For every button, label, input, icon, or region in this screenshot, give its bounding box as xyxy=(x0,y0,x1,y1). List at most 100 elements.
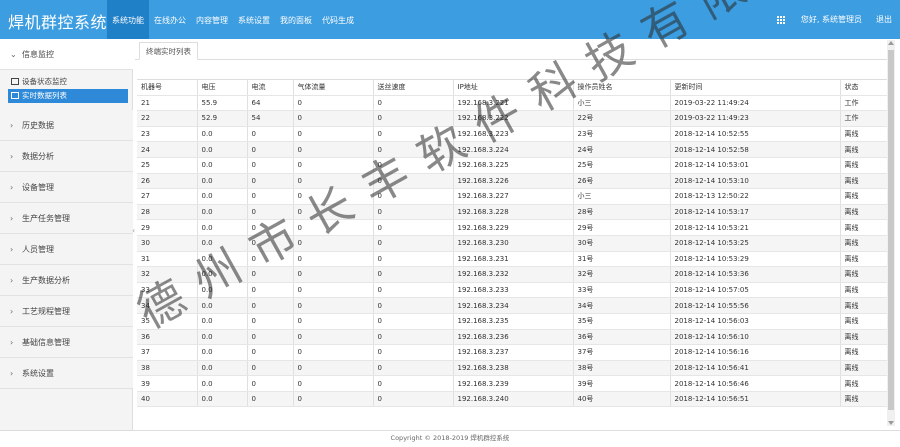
scroll-up-arrow-icon[interactable] xyxy=(888,41,894,45)
table-cell: 离线 xyxy=(839,375,887,392)
column-header[interactable]: 更新时间 xyxy=(669,79,840,96)
user-greeting[interactable]: 您好, 系统管理员 xyxy=(801,14,862,25)
table-cell: 0 xyxy=(372,126,453,143)
column-header[interactable]: 送丝速度 xyxy=(372,79,453,96)
column-header[interactable]: 电流 xyxy=(246,79,293,96)
sidebar-menu-item[interactable]: › 人员管理 xyxy=(0,234,133,265)
sidebar-menu-item[interactable]: › 生产任务管理 xyxy=(0,203,133,234)
table-row[interactable]: 37 0.0 0 0 0 192.168.3.237 37号 2018-12-14 10:56… xyxy=(137,344,887,361)
table-cell: 2018-12-14 10:52:58 xyxy=(669,141,840,158)
column-header[interactable]: 状态 xyxy=(839,79,887,96)
table-cell: 0 xyxy=(292,282,373,299)
table-cell: 0.0 xyxy=(196,282,247,299)
sidebar-menu-item[interactable]: › 设备管理 xyxy=(0,172,133,203)
table-row[interactable]: 23 0.0 0 0 0 192.168.3.223 23号 2018-12-14 10:52… xyxy=(137,126,887,143)
table-cell: 离线 xyxy=(839,297,887,314)
table-cell: 0.0 xyxy=(196,235,247,252)
table-row[interactable]: 30 0.0 0 0 0 192.168.3.230 30号 2018-12-14 10:53… xyxy=(137,235,887,252)
logout-link[interactable]: 退出 xyxy=(876,14,892,25)
table-cell: 22 xyxy=(137,110,197,127)
table-cell: 0 xyxy=(246,297,293,314)
table-cell: 0 xyxy=(372,251,453,268)
column-header[interactable]: 电压 xyxy=(196,79,247,96)
table-row[interactable]: 29 0.0 0 0 0 192.168.3.229 29号 2018-12-14 10:53… xyxy=(137,219,887,236)
table-cell: 29号 xyxy=(572,219,670,236)
table-row[interactable]: 34 0.0 0 0 0 192.168.3.234 34号 2018-12-14 10:55… xyxy=(137,297,887,314)
column-header[interactable]: IP地址 xyxy=(452,79,573,96)
table-cell: 0.0 xyxy=(196,219,247,236)
top-nav-item[interactable]: 代码生成 xyxy=(317,0,359,39)
table-cell: 0 xyxy=(292,344,373,361)
table-row[interactable]: 25 0.0 0 0 0 192.168.3.225 25号 2018-12-14 10:53… xyxy=(137,157,887,174)
column-header[interactable]: 气体流量 xyxy=(292,79,373,96)
sidebar-menu-label: 系统设置 xyxy=(22,369,54,378)
table-row[interactable]: 26 0.0 0 0 0 192.168.3.226 26号 2018-12-14 10:53… xyxy=(137,173,887,190)
table-cell: 0.0 xyxy=(196,141,247,158)
table-scrollbar[interactable] xyxy=(887,40,895,426)
sidebar-menu-label: 人员管理 xyxy=(22,245,54,254)
table-row[interactable]: 40 0.0 0 0 0 192.168.3.240 40号 2018-12-14 10:56… xyxy=(137,391,887,408)
chevron-right-icon: › xyxy=(10,245,14,254)
table-row[interactable]: 33 0.0 0 0 0 192.168.3.233 33号 2018-12-14 10:57… xyxy=(137,282,887,299)
sidebar-menu-item[interactable]: › 数据分析 xyxy=(0,141,133,172)
table-cell: 离线 xyxy=(839,173,887,190)
scroll-down-arrow-icon[interactable] xyxy=(888,421,894,425)
table-row[interactable]: 35 0.0 0 0 0 192.168.3.235 35号 2018-12-14 10:56… xyxy=(137,313,887,330)
table-cell: 37 xyxy=(137,344,197,361)
table-cell: 31号 xyxy=(572,251,670,268)
table-row[interactable]: 36 0.0 0 0 0 192.168.3.236 36号 2018-12-14 10:56… xyxy=(137,329,887,346)
top-nav-item[interactable]: 系统设置 xyxy=(233,0,275,39)
table-cell: 2018-12-14 10:53:17 xyxy=(669,204,840,221)
sidebar-sub-item[interactable]: 设备状态监控 xyxy=(8,75,128,89)
top-nav-item[interactable]: 系统功能 xyxy=(107,0,149,39)
table-row[interactable]: 32 0.0 0 0 0 192.168.3.232 32号 2018-12-14 10:53… xyxy=(137,266,887,283)
table-cell: 2018-12-14 10:56:10 xyxy=(669,329,840,346)
top-nav-item[interactable]: 我的面板 xyxy=(275,0,317,39)
table-cell: 0 xyxy=(292,251,373,268)
table-cell: 0 xyxy=(372,329,453,346)
table-cell: 192.168.3.228 xyxy=(452,204,573,221)
table-cell: 0 xyxy=(292,204,373,221)
chevron-down-icon: ⌄ xyxy=(10,50,17,59)
scroll-thumb[interactable] xyxy=(888,50,894,410)
table-row[interactable]: 27 0.0 0 0 0 192.168.3.227 小三 2018-12-13 12:50:… xyxy=(137,188,887,205)
sidebar-menu-item[interactable]: ⌄ 信息监控 xyxy=(0,39,133,70)
top-nav-item[interactable]: 内容管理 xyxy=(191,0,233,39)
column-header[interactable]: 机器号 xyxy=(137,79,197,96)
table-cell: 55.9 xyxy=(196,95,247,112)
table-cell: 离线 xyxy=(839,329,887,346)
table-header-row: 机器号 电压 电流 气体流量 送丝速度 IP地址 操作员姓名 更新时间 状态 xyxy=(137,79,887,96)
table-cell: 34号 xyxy=(572,297,670,314)
table-cell: 离线 xyxy=(839,313,887,330)
table-cell: 0 xyxy=(292,375,373,392)
table-cell: 2018-12-14 10:56:51 xyxy=(669,391,840,408)
column-header[interactable]: 操作员姓名 xyxy=(572,79,670,96)
table-cell: 0 xyxy=(246,329,293,346)
chevron-right-icon: › xyxy=(10,214,14,223)
table-row[interactable]: 21 55.9 64 0 0 192.168.3.221 小三 2019-03-22 11:4… xyxy=(137,95,887,112)
sidebar-menu-item[interactable]: › 基础信息管理 xyxy=(0,327,133,358)
top-nav-item[interactable]: 在线办公 xyxy=(149,0,191,39)
table-row[interactable]: 24 0.0 0 0 0 192.168.3.224 24号 2018-12-14 10:52… xyxy=(137,141,887,158)
tab-terminal-realtime-list[interactable]: 终端实时列表 xyxy=(139,42,198,60)
table-cell: 2019-03-22 11:49:24 xyxy=(669,95,840,112)
table-cell: 33 xyxy=(137,282,197,299)
sidebar-menu-item[interactable]: › 历史数据 xyxy=(0,110,133,141)
table-row[interactable]: 38 0.0 0 0 0 192.168.3.238 38号 2018-12-14 10:56… xyxy=(137,360,887,377)
table-cell: 0 xyxy=(292,141,373,158)
table-cell: 0 xyxy=(372,266,453,283)
table-row[interactable]: 31 0.0 0 0 0 192.168.3.231 31号 2018-12-14 10:53… xyxy=(137,251,887,268)
sidebar-menu-item[interactable]: › 系统设置 xyxy=(0,358,133,389)
sidebar-menu-item[interactable]: › 工艺规程管理 xyxy=(0,296,133,327)
table-row[interactable]: 22 52.9 54 0 0 192.168.3.222 22号 2019-03-22 11:… xyxy=(137,110,887,127)
sidebar-sub-item[interactable]: 实时数据列表 xyxy=(8,89,128,103)
sidebar-menu-label: 数据分析 xyxy=(22,152,54,161)
grid-menu-icon[interactable] xyxy=(776,15,787,25)
chevron-right-icon: › xyxy=(10,369,14,378)
table-row[interactable]: 39 0.0 0 0 0 192.168.3.239 39号 2018-12-14 10:56… xyxy=(137,375,887,392)
table-row[interactable]: 28 0.0 0 0 0 192.168.3.228 28号 2018-12-14 10:53… xyxy=(137,204,887,221)
sidebar-menu-label: 生产任务管理 xyxy=(22,214,70,223)
table-cell: 0 xyxy=(372,204,453,221)
table-cell: 192.168.3.235 xyxy=(452,313,573,330)
sidebar-menu-item[interactable]: › 生产数据分析 xyxy=(0,265,133,296)
